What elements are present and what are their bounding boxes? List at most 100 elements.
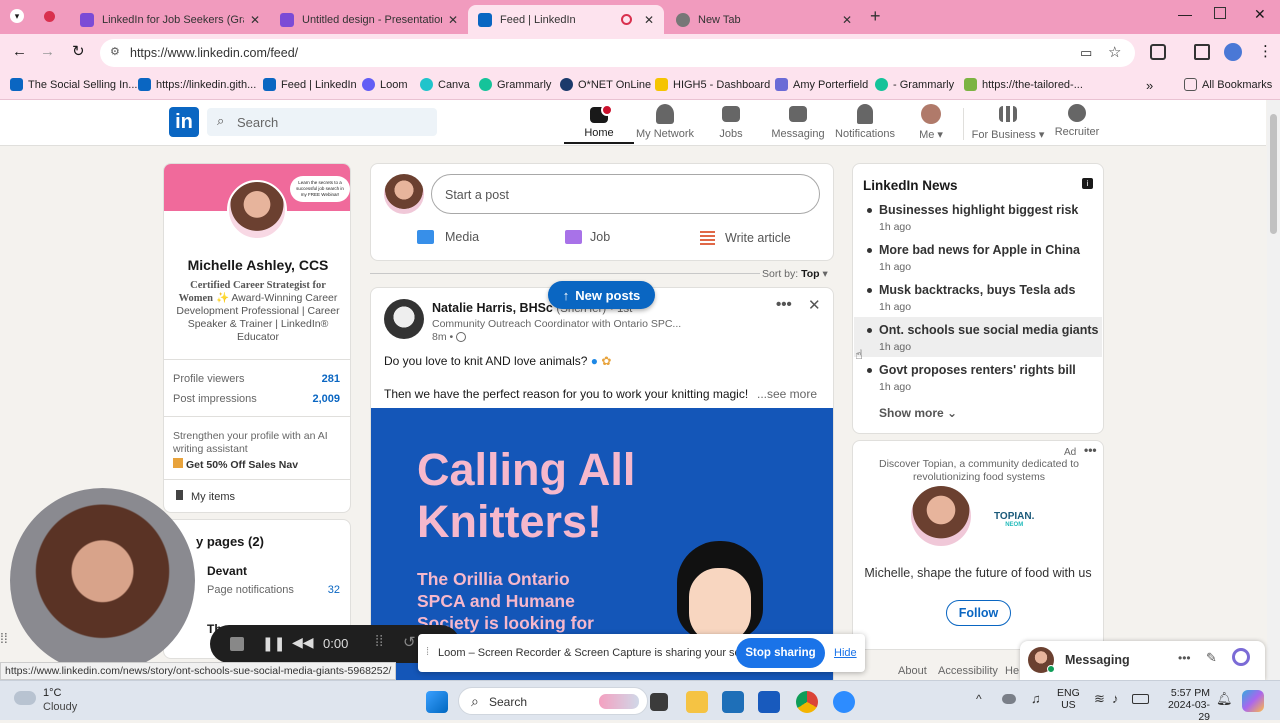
tab-1[interactable]: Untitled design - Presentation ✕ — [270, 5, 468, 34]
close-tab-icon[interactable]: ✕ — [250, 13, 260, 27]
avatar[interactable] — [384, 174, 424, 214]
profile-avatar-icon[interactable] — [1224, 43, 1242, 61]
scrollbar-thumb[interactable] — [1270, 114, 1277, 234]
nav-recruiter[interactable]: Recruiter — [1042, 104, 1112, 138]
media-button[interactable]: Media — [417, 230, 479, 244]
tab-3[interactable]: New Tab ✕ — [666, 5, 862, 34]
notification-bell-icon[interactable]: 🔔︎ — [1216, 691, 1233, 707]
author-avatar[interactable] — [384, 299, 424, 339]
my-items-link[interactable]: My items — [176, 490, 235, 503]
menu-dots-icon[interactable]: ⋮ — [1258, 42, 1273, 60]
write-article-button[interactable]: Write article — [700, 230, 791, 245]
app-icon[interactable] — [722, 691, 744, 713]
bookmark-5[interactable]: Grammarly — [479, 78, 551, 91]
zoom-icon[interactable] — [833, 691, 855, 713]
footer-about-link[interactable]: About — [898, 665, 927, 677]
chrome-icon[interactable] — [796, 691, 818, 713]
close-icon[interactable]: ✕ — [808, 296, 821, 314]
bookmark-4[interactable]: Canva — [420, 78, 470, 91]
reload-icon[interactable]: ↻ — [72, 42, 85, 60]
task-view-icon[interactable] — [650, 693, 668, 711]
bookmark-10[interactable]: https://the-tailored-... — [964, 78, 1083, 91]
onedrive-icon[interactable] — [1002, 694, 1016, 704]
close-window-button[interactable]: ✕ — [1254, 6, 1266, 23]
nav-my-network[interactable]: My Network — [630, 104, 700, 140]
new-posts-button[interactable]: ↑ New posts — [548, 281, 655, 309]
restart-icon[interactable]: ↺ — [403, 633, 416, 651]
clock[interactable]: 5:57 PM 2024-03-29 — [1158, 687, 1210, 723]
more-bookmarks-icon[interactable]: » — [1146, 78, 1153, 93]
stop-sharing-button[interactable]: Stop sharing — [736, 638, 825, 668]
job-button[interactable]: Job — [565, 230, 610, 244]
more-icon[interactable]: ••• — [1178, 651, 1191, 665]
news-item[interactable]: Govt proposes renters' rights bill — [867, 363, 1076, 377]
post-menu-icon[interactable]: ••• — [776, 296, 792, 313]
loom-drag-icon[interactable]: ⁞⁞ — [0, 630, 12, 654]
ad-menu-icon[interactable]: ••• — [1084, 443, 1097, 457]
nav-me[interactable]: Me ▾ — [896, 104, 966, 141]
word-icon[interactable] — [758, 691, 780, 713]
nav-for-business[interactable]: For Business ▾ — [970, 104, 1046, 141]
show-more-button[interactable]: Show more ⌄ — [879, 406, 957, 420]
start-post-button[interactable]: Start a post — [431, 174, 820, 214]
page-scrollbar[interactable] — [1267, 100, 1280, 680]
nav-home[interactable]: Home — [564, 104, 634, 144]
bookmark-9[interactable]: - Grammarly — [875, 78, 954, 91]
messaging-dock[interactable]: Messaging ••• ✎ — [1020, 641, 1265, 680]
bookmark-3[interactable]: Loom — [362, 78, 408, 91]
close-tab-icon[interactable]: ✕ — [448, 13, 458, 27]
compose-icon[interactable]: ✎ — [1206, 650, 1217, 666]
extensions-icon[interactable] — [1150, 44, 1166, 60]
footer-accessibility-link[interactable]: Accessibility — [938, 665, 998, 677]
back-icon[interactable]: ← — [12, 43, 27, 60]
forward-icon[interactable]: → — [40, 43, 55, 60]
follow-button[interactable]: Follow — [946, 600, 1011, 626]
news-item[interactable]: Ont. schools sue social media giants — [867, 323, 1099, 337]
minimize-button[interactable]: — — [1178, 6, 1192, 22]
close-tab-icon[interactable]: ✕ — [644, 13, 654, 27]
news-item[interactable]: Musk backtracks, buys Tesla ads — [866, 283, 1075, 297]
nav-jobs[interactable]: Jobs — [696, 104, 766, 140]
tab-0[interactable]: LinkedIn for Job Seekers (Graph ✕ — [70, 5, 270, 34]
tab-2[interactable]: Feed | LinkedIn ✕ — [468, 5, 664, 34]
news-item[interactable]: Businesses highlight biggest risk — [866, 203, 1078, 217]
stop-icon[interactable] — [230, 637, 244, 651]
profile-avatar[interactable] — [227, 180, 287, 240]
new-tab-button[interactable]: + — [870, 6, 881, 27]
language-indicator[interactable]: ENG US — [1057, 687, 1080, 711]
bookmark-2[interactable]: Feed | LinkedIn — [263, 78, 357, 91]
chevron-up-icon[interactable]: ^ — [976, 692, 982, 706]
drag-handle-icon[interactable]: ⁞ — [426, 646, 429, 658]
close-tab-icon[interactable]: ✕ — [842, 13, 852, 27]
profile-name[interactable]: Michelle Ashley, CCS — [164, 257, 350, 273]
bookmark-7[interactable]: HIGH5 - Dashboard — [655, 78, 770, 91]
grammarly-icon[interactable] — [1232, 648, 1250, 666]
info-icon[interactable]: i — [1082, 178, 1093, 189]
bookmark-0[interactable]: The Social Selling In... — [10, 78, 137, 91]
all-bookmarks[interactable]: All Bookmarks — [1184, 78, 1272, 91]
webcam-bubble[interactable] — [10, 488, 195, 673]
nav-notifications[interactable]: Notifications — [830, 104, 900, 140]
footer-help-link[interactable]: He — [1005, 665, 1019, 677]
taskbar-search[interactable]: ⌕ Search — [458, 687, 648, 715]
sales-nav-offer[interactable]: Get 50% Off Sales Nav — [173, 458, 298, 471]
sidepanel-icon[interactable] — [1194, 44, 1210, 60]
bookmark-1[interactable]: https://linkedin.gith... — [138, 78, 256, 91]
file-explorer-icon[interactable] — [686, 691, 708, 713]
nav-messaging[interactable]: Messaging — [763, 104, 833, 140]
volume-icon[interactable]: ♪ — [1112, 691, 1119, 706]
drag-handle-icon[interactable]: ⁞⁞ — [375, 633, 383, 650]
maximize-button[interactable] — [1214, 7, 1226, 19]
bookmark-8[interactable]: Amy Porterfield — [775, 78, 868, 91]
hide-button[interactable]: Hide — [834, 647, 857, 659]
copilot-icon[interactable] — [1242, 690, 1264, 712]
camera-icon[interactable]: ▭ — [1080, 45, 1092, 61]
sort-dropdown[interactable]: Sort by: Top ▾ — [762, 268, 828, 280]
search-input[interactable]: ⌕ Search — [207, 108, 437, 136]
tab-search-button[interactable]: ▾ — [10, 9, 24, 23]
star-icon[interactable]: ☆ — [1108, 43, 1121, 61]
windows-start-icon[interactable] — [426, 691, 448, 713]
battery-icon[interactable] — [1132, 694, 1149, 704]
wifi-icon[interactable]: ≋ — [1094, 691, 1105, 707]
rewind-icon[interactable]: ◀◀ — [292, 634, 314, 651]
